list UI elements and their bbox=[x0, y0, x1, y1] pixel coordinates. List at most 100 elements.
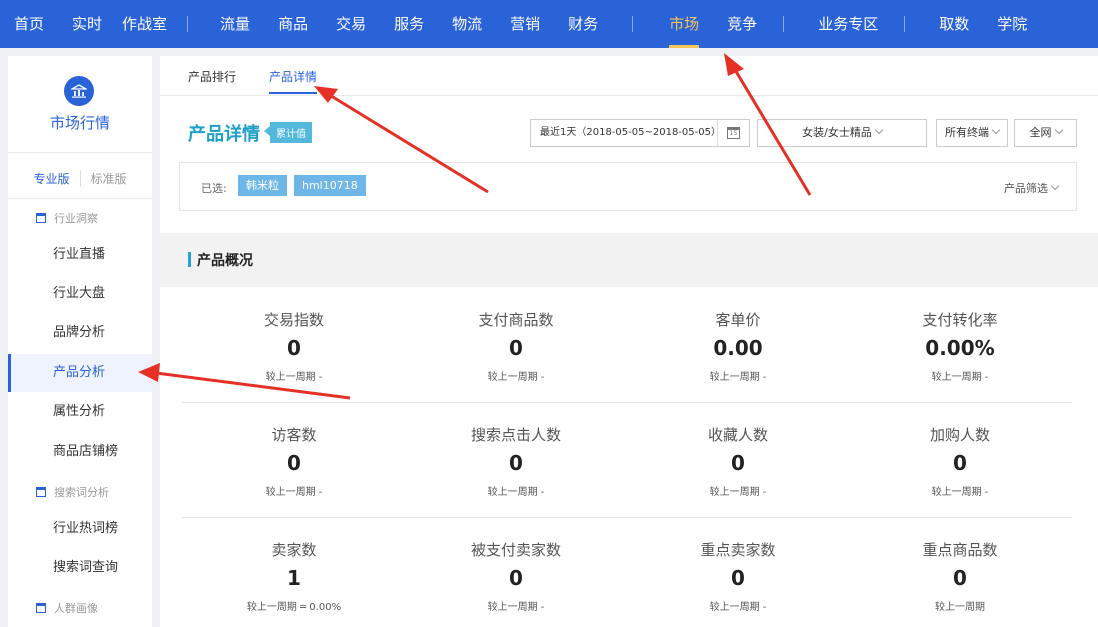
metric-value: 0 bbox=[953, 566, 967, 590]
calendar-button[interactable]: 15 bbox=[717, 120, 749, 146]
building-icon bbox=[36, 603, 46, 613]
metric-add-to-cart: 加购人数 0 较上一周期 - bbox=[850, 424, 1070, 498]
nav-separator bbox=[783, 16, 785, 32]
sidebar-item-industry-overview[interactable]: 行业大盘 bbox=[8, 275, 152, 313]
terminal-value: 所有终端 bbox=[945, 126, 989, 139]
sidebar-item-brand-analysis[interactable]: 品牌分析 bbox=[8, 314, 152, 352]
cumulative-badge: 累计值 bbox=[264, 122, 312, 143]
chevron-down-icon bbox=[1050, 181, 1060, 191]
sidebar-item-shop-ranking[interactable]: 商品店铺榜 bbox=[8, 433, 152, 471]
category-select[interactable]: 女装/女士精品 bbox=[757, 119, 927, 147]
nav-item-logistics[interactable]: 物流 bbox=[438, 0, 496, 48]
metric-name: 被支付卖家数 bbox=[470, 541, 561, 559]
nav-item-data-fetch[interactable]: 取数 bbox=[925, 0, 983, 48]
metric-value: 0 bbox=[731, 451, 745, 475]
chevron-down-icon bbox=[991, 125, 1001, 135]
page-title: 产品详情 bbox=[188, 124, 260, 145]
metric-compare: 较上一周期 - bbox=[487, 487, 545, 498]
metric-value: 0.00% bbox=[925, 336, 995, 360]
nav-item-compete[interactable]: 竞争 bbox=[713, 0, 771, 48]
metric-compare: 较上一周期 - bbox=[709, 487, 767, 498]
sidebar-item-hot-words[interactable]: 行业热词榜 bbox=[8, 510, 152, 548]
metric-favorites: 收藏人数 0 较上一周期 - bbox=[628, 424, 848, 498]
metric-name: 搜索点击人数 bbox=[470, 426, 561, 444]
divider bbox=[8, 198, 152, 199]
metric-name: 客单价 bbox=[715, 311, 761, 329]
metric-name: 访客数 bbox=[271, 426, 317, 444]
metric-compare: 较上一周期 bbox=[935, 602, 985, 613]
metric-name: 加购人数 bbox=[929, 426, 990, 444]
section-header: 产品概况 bbox=[160, 233, 1098, 287]
chevron-down-icon bbox=[874, 125, 884, 135]
version-pro[interactable]: 专业版 bbox=[23, 170, 81, 187]
group-label: 行业洞察 bbox=[54, 212, 98, 225]
sidebar-item-industry-live[interactable]: 行业直播 bbox=[8, 236, 152, 274]
nav-item-trade[interactable]: 交易 bbox=[322, 0, 380, 48]
metric-paid-goods: 支付商品数 0 较上一周期 - bbox=[406, 309, 626, 383]
group-crowd: 人群画像 bbox=[36, 600, 98, 616]
sidebar-item-search-query[interactable]: 搜索词查询 bbox=[8, 549, 152, 587]
tab-product-ranking[interactable]: 产品排行 bbox=[188, 68, 236, 85]
nav-item-finance[interactable]: 财务 bbox=[554, 0, 612, 48]
market-chart-icon bbox=[64, 76, 94, 106]
main-panel: 产品排行 产品详情 产品详情 累计值 最近1天（2018-05-05~2018-… bbox=[160, 56, 1098, 627]
selected-chip-shop[interactable]: 韩米粒 bbox=[238, 175, 287, 196]
metric-unit-price: 客单价 0.00 较上一周期 - bbox=[628, 309, 848, 383]
metric-compare: 较上一周期 - bbox=[487, 602, 545, 613]
metric-value: 0.00 bbox=[713, 336, 763, 360]
terminal-select[interactable]: 所有终端 bbox=[936, 119, 1008, 147]
nav-item-market[interactable]: 市场 bbox=[655, 0, 713, 48]
metric-paid-sellers: 被支付卖家数 0 较上一周期 - bbox=[406, 539, 626, 613]
building-icon bbox=[36, 487, 46, 497]
metric-value: 0 bbox=[953, 451, 967, 475]
sidebar-item-attribute-analysis[interactable]: 属性分析 bbox=[8, 393, 152, 431]
nav-item-business-zone[interactable]: 业务专区 bbox=[804, 0, 892, 48]
product-filter-label: 产品筛选 bbox=[1004, 182, 1048, 195]
metric-compare: 较上一周期 - bbox=[931, 372, 989, 383]
tab-product-detail[interactable]: 产品详情 bbox=[269, 68, 318, 94]
top-nav: 首页 实时 作战室 流量 商品 交易 服务 物流 营销 财务 市场 竞争 业务专… bbox=[0, 0, 1098, 48]
tab-bar: 产品排行 产品详情 bbox=[160, 56, 1098, 96]
metric-name: 交易指数 bbox=[263, 311, 324, 329]
nav-item-service[interactable]: 服务 bbox=[380, 0, 438, 48]
nav-item-realtime[interactable]: 实时 bbox=[58, 0, 116, 48]
metric-key-sellers: 重点卖家数 0 较上一周期 - bbox=[628, 539, 848, 613]
sidebar-item-product-analysis[interactable]: 产品分析 bbox=[8, 354, 152, 392]
metric-compare: 较上一周期 - bbox=[487, 372, 545, 383]
section-accent bbox=[188, 252, 191, 267]
metric-value: 0 bbox=[509, 451, 523, 475]
nav-item-traffic[interactable]: 流量 bbox=[194, 0, 264, 48]
section-title: 产品概况 bbox=[197, 253, 253, 269]
nav-item-marketing[interactable]: 营销 bbox=[496, 0, 554, 48]
row-divider bbox=[182, 517, 1072, 518]
nav-separator bbox=[187, 16, 189, 32]
metric-compare: 较上一周期 ═ 0.00% bbox=[246, 602, 342, 613]
metric-name: 重点商品数 bbox=[922, 541, 998, 559]
date-range-picker[interactable]: 最近1天（2018-05-05~2018-05-05） 15 bbox=[530, 119, 750, 147]
nav-item-home[interactable]: 首页 bbox=[0, 0, 58, 48]
selected-label: 已选: bbox=[201, 182, 227, 195]
nav-separator bbox=[904, 16, 906, 32]
selected-chip-product[interactable]: hml10718 bbox=[294, 175, 366, 196]
metric-compare: 较上一周期 - bbox=[709, 602, 767, 613]
date-range-value: 最近1天（2018-05-05~2018-05-05） bbox=[540, 127, 721, 138]
category-value: 女装/女士精品 bbox=[802, 126, 872, 139]
metric-value: 0 bbox=[509, 566, 523, 590]
calendar-icon: 15 bbox=[727, 127, 740, 139]
group-label: 搜索词分析 bbox=[54, 486, 109, 499]
metric-compare: 较上一周期 - bbox=[709, 372, 767, 383]
metric-conversion-rate: 支付转化率 0.00% 较上一周期 - bbox=[850, 309, 1070, 383]
metric-value: 0 bbox=[731, 566, 745, 590]
version-standard[interactable]: 标准版 bbox=[81, 170, 137, 187]
network-value: 全网 bbox=[1029, 126, 1052, 139]
metric-key-goods: 重点商品数 0 较上一周期 bbox=[850, 539, 1070, 613]
metric-name: 收藏人数 bbox=[707, 426, 768, 444]
nav-item-warroom[interactable]: 作战室 bbox=[116, 0, 181, 48]
group-search: 搜索词分析 bbox=[36, 484, 109, 500]
network-select[interactable]: 全网 bbox=[1014, 119, 1077, 147]
metric-value: 1 bbox=[287, 566, 301, 590]
metric-search-clicks: 搜索点击人数 0 较上一周期 - bbox=[406, 424, 626, 498]
product-filter-button[interactable]: 产品筛选 bbox=[1004, 180, 1060, 196]
nav-item-goods[interactable]: 商品 bbox=[264, 0, 322, 48]
nav-item-academy[interactable]: 学院 bbox=[983, 0, 1041, 48]
